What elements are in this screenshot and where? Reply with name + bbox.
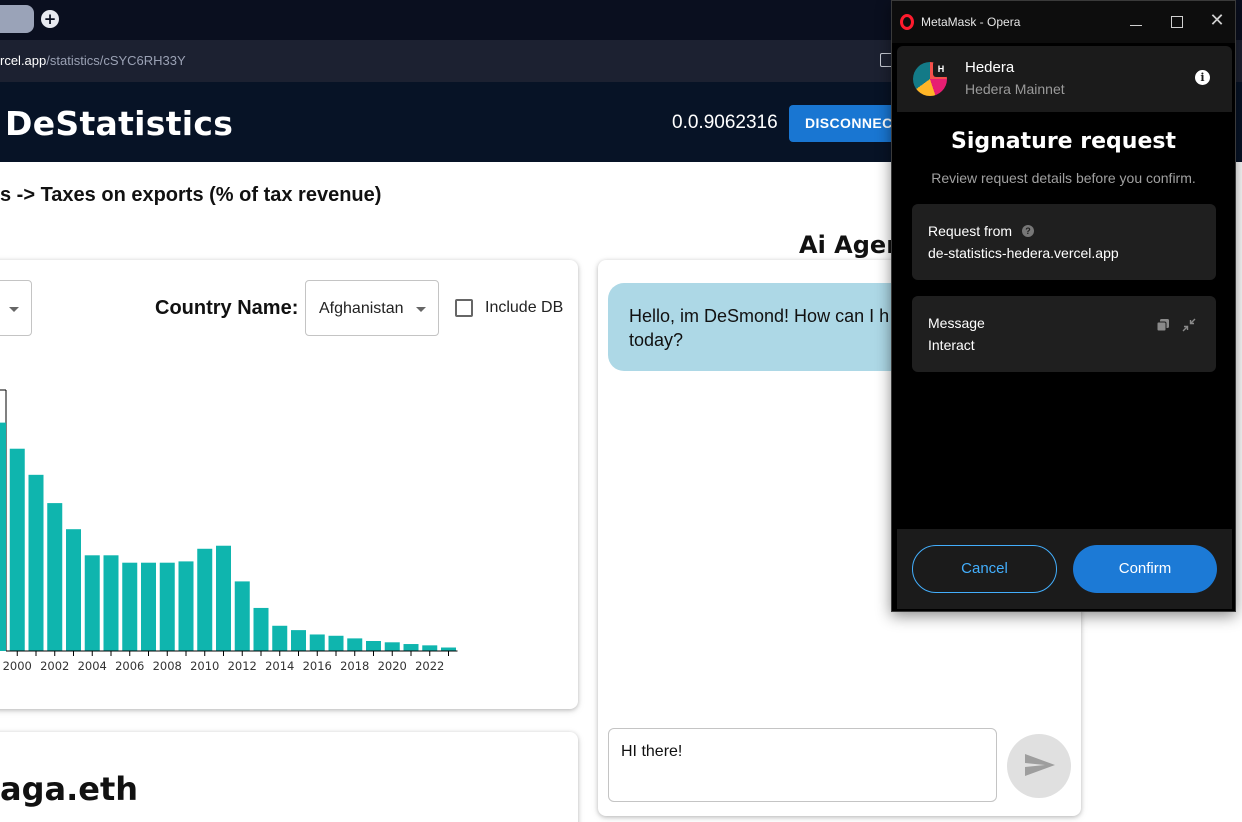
bar <box>291 630 306 651</box>
send-icon <box>1025 754 1055 776</box>
metamask-popup-window: MetaMask - Opera ✕ H Hedera Hedera Mainn… <box>891 0 1236 612</box>
indicator-select[interactable] <box>0 280 32 336</box>
message-label: Message <box>928 315 985 331</box>
account-id: 0.0.9062316 <box>672 112 778 133</box>
url-text[interactable]: rcel.app/statistics/cSYC6RH33Y <box>0 53 186 69</box>
x-tick-label: 2002 <box>40 659 69 673</box>
url-host: rcel.app <box>0 53 47 68</box>
cancel-button[interactable]: Cancel <box>912 545 1057 593</box>
bar <box>253 607 269 651</box>
chat-input-value: HI there! <box>621 743 683 760</box>
bar <box>366 640 381 651</box>
bar-chart: 2000 2002 2004 2006 2008 2010 2012 2014 2016 2018… <box>0 389 458 673</box>
network-badge: H <box>933 61 949 77</box>
bar <box>216 545 231 651</box>
app-logo[interactable]: DeStatistics <box>5 106 233 142</box>
minimize-icon[interactable] <box>1130 25 1142 26</box>
bar <box>178 561 194 651</box>
action-footer: Cancel Confirm <box>897 529 1232 609</box>
x-tick-label: 2016 <box>303 659 332 673</box>
bar <box>9 448 25 651</box>
bar <box>309 634 325 651</box>
x-tick-label: 2006 <box>115 659 144 673</box>
bar <box>28 474 44 651</box>
bar <box>422 645 438 651</box>
chevron-down-icon <box>9 307 19 312</box>
page-title: s -> Taxes on exports (% of tax revenue) <box>0 184 382 206</box>
bar <box>197 548 213 651</box>
include-db-label: Include DB <box>485 299 564 316</box>
x-tick-label: 2008 <box>153 659 182 673</box>
bar <box>403 644 419 651</box>
country-select[interactable]: Afghanistan <box>305 280 439 336</box>
collapse-icon[interactable] <box>1182 318 1196 332</box>
ens-name: aga.eth <box>0 770 139 808</box>
bar <box>66 529 81 651</box>
x-tick-label: 2018 <box>340 659 369 673</box>
country-label: Country Name: <box>155 297 299 319</box>
bar <box>272 625 288 651</box>
x-tick-label: 2010 <box>190 659 219 673</box>
window-title: MetaMask - Opera <box>921 15 1021 29</box>
opera-logo-icon <box>900 14 914 30</box>
x-tick-label: 2004 <box>78 659 107 673</box>
message-value: Interact <box>928 337 975 353</box>
x-tick-label: 2012 <box>228 659 257 673</box>
confirm-button[interactable]: Confirm <box>1073 545 1217 593</box>
bar <box>122 562 138 651</box>
message-box: Message Interact <box>912 296 1216 372</box>
maximize-icon[interactable] <box>1171 16 1183 28</box>
bar <box>84 555 100 651</box>
bar <box>441 647 456 651</box>
x-tick-label: 2014 <box>265 659 294 673</box>
info-icon[interactable]: i <box>1195 70 1210 85</box>
country-value: Afghanistan <box>319 300 404 317</box>
copy-icon[interactable] <box>1157 319 1169 331</box>
network-header: H Hedera Hedera Mainnet i <box>897 46 1232 112</box>
chevron-down-icon <box>416 307 426 312</box>
bar <box>347 638 363 651</box>
bar <box>328 635 344 651</box>
signature-subtitle: Review request details before you confir… <box>931 170 1196 186</box>
network-subtitle: Hedera Mainnet <box>965 81 1065 97</box>
window-titlebar[interactable]: MetaMask - Opera ✕ <box>892 1 1235 43</box>
x-tick-label: 2022 <box>415 659 444 673</box>
browser-tab[interactable] <box>0 5 34 33</box>
x-tick-label: 2020 <box>378 659 407 673</box>
bar <box>159 562 175 651</box>
bar <box>384 642 400 651</box>
request-from-label: Request from <box>928 223 1013 239</box>
send-button[interactable] <box>1007 734 1071 798</box>
bar <box>234 581 250 651</box>
new-tab-icon[interactable]: + <box>41 10 59 28</box>
url-path: /statistics/cSYC6RH33Y <box>46 53 186 68</box>
chat-input[interactable]: HI there! <box>608 728 997 802</box>
help-icon[interactable]: ? <box>1022 225 1034 237</box>
bar <box>47 503 63 651</box>
network-name: Hedera <box>965 59 1015 76</box>
bar <box>141 562 156 651</box>
bar <box>103 555 119 651</box>
signature-title: Signature request <box>951 129 1176 154</box>
x-tick-label: 2000 <box>3 659 32 673</box>
bar <box>0 422 6 651</box>
include-db-checkbox[interactable] <box>455 299 473 317</box>
close-icon[interactable]: ✕ <box>1209 12 1225 30</box>
request-from-value: de-statistics-hedera.vercel.app <box>928 245 1119 261</box>
request-from-box: Request from ? de-statistics-hedera.verc… <box>912 204 1216 280</box>
